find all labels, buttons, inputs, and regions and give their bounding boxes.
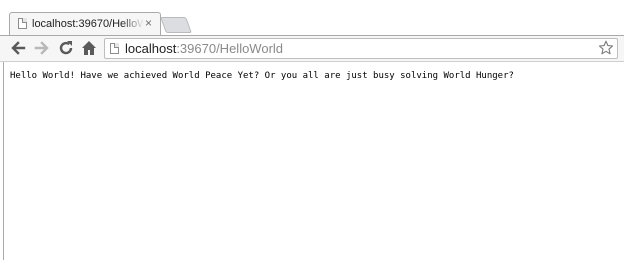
url-path: :39670/HelloWorld bbox=[176, 41, 284, 56]
tab-active[interactable]: localhost:39670/HelloWorld × bbox=[9, 12, 161, 35]
tab-strip: localhost:39670/HelloWorld × bbox=[0, 0, 624, 35]
forward-arrow-icon bbox=[34, 41, 49, 55]
back-arrow-icon bbox=[11, 41, 26, 55]
reload-button[interactable] bbox=[57, 39, 75, 57]
page-icon bbox=[110, 43, 119, 54]
back-button[interactable] bbox=[9, 39, 27, 57]
toolbar: localhost:39670/HelloWorld bbox=[0, 35, 624, 62]
url-text[interactable]: localhost:39670/HelloWorld bbox=[125, 41, 283, 57]
star-icon bbox=[598, 40, 614, 55]
tab-title: localhost:39670/HelloWorld bbox=[32, 18, 144, 30]
home-icon bbox=[82, 41, 96, 55]
page-body-text: Hello World! Have we achieved World Peac… bbox=[10, 71, 514, 81]
page-icon bbox=[18, 18, 27, 29]
new-tab-button[interactable] bbox=[160, 17, 192, 33]
home-button[interactable] bbox=[80, 39, 98, 57]
url-host: localhost bbox=[125, 41, 177, 56]
reload-icon bbox=[59, 41, 73, 55]
page-content: Hello World! Have we achieved World Peac… bbox=[3, 62, 624, 260]
browser-window: localhost:39670/HelloWorld × bbox=[0, 0, 624, 260]
bookmark-star-button[interactable] bbox=[598, 40, 614, 56]
forward-button[interactable] bbox=[33, 39, 51, 57]
close-icon[interactable]: × bbox=[143, 17, 154, 30]
address-bar[interactable]: localhost:39670/HelloWorld bbox=[104, 38, 618, 59]
